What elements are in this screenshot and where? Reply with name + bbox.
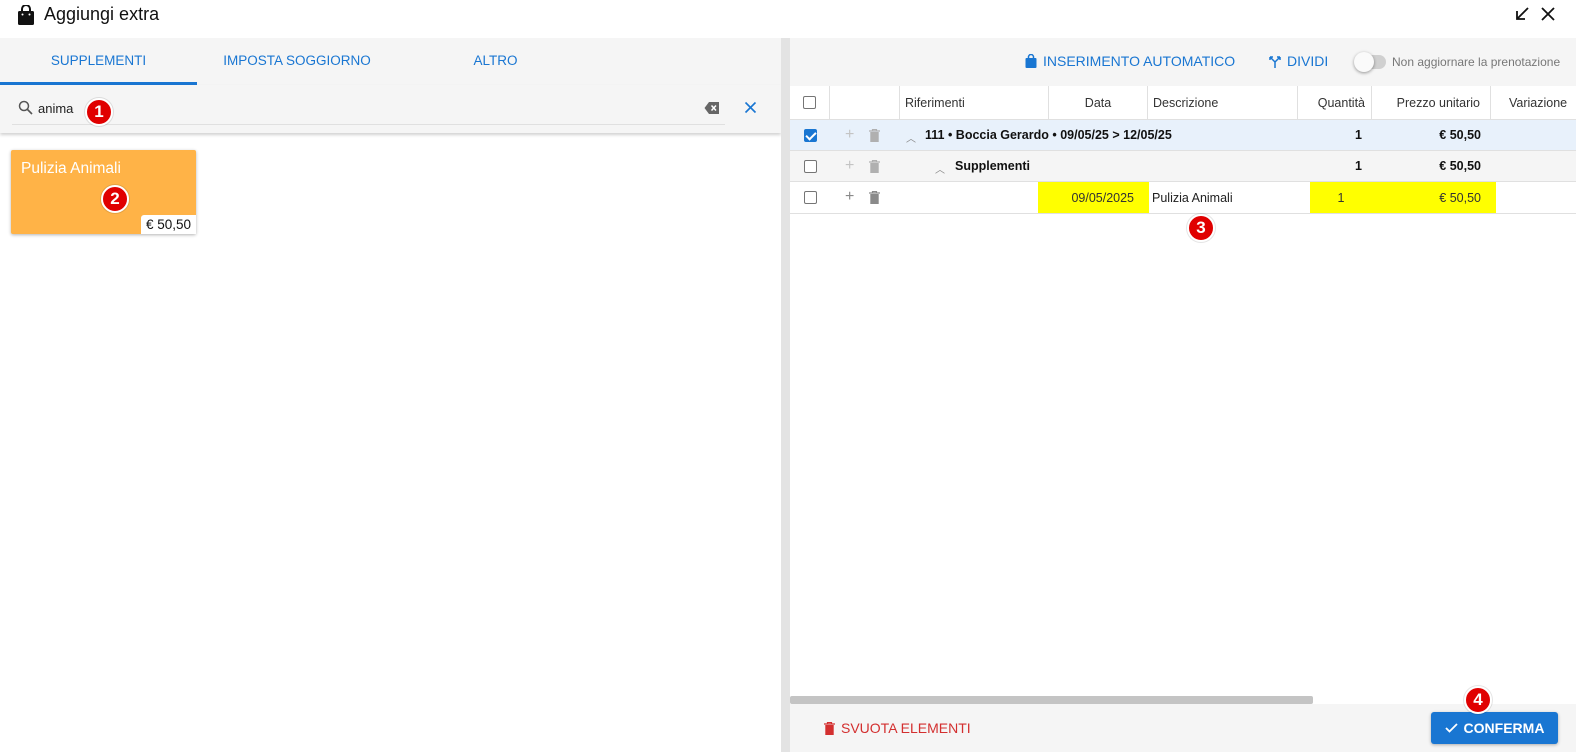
booking-label: 111 • Boccia Gerardo • 09/05/25 > 12/05/… — [925, 128, 1172, 142]
delete-icon[interactable] — [869, 129, 880, 142]
item-price[interactable]: € 50,50 — [1372, 182, 1496, 213]
title-bar: Aggiungi extra — [0, 0, 1576, 38]
column-header-quantita[interactable]: Quantità — [1298, 86, 1372, 119]
column-header-descrizione[interactable]: Descrizione — [1148, 86, 1298, 119]
search-input[interactable] — [38, 99, 638, 117]
category-label: Supplementi — [955, 159, 1031, 173]
column-header-prezzo-unitario[interactable]: Prezzo unitario — [1372, 86, 1491, 119]
collapse-chevron-icon[interactable]: ︿ — [906, 130, 916, 145]
annotation-badge-3: 3 — [1187, 214, 1215, 242]
delete-icon[interactable] — [869, 160, 880, 173]
table-row-booking[interactable]: + ︿ 111 • Boccia Gerardo • 09/05/25 > 12… — [790, 120, 1576, 151]
table-row-category[interactable]: + ︿ Supplementi 1 € 50,50 — [790, 151, 1576, 182]
toggle-knob — [1354, 52, 1374, 72]
split-button[interactable]: DIVIDI — [1269, 53, 1328, 69]
dialog-footer: SVUOTA ELEMENTI CONFERMA — [790, 704, 1576, 752]
selection-panel: INSERIMENTO AUTOMATICO DIVIDI Non aggior… — [790, 38, 1576, 752]
horizontal-scrollbar[interactable] — [790, 696, 1313, 704]
add-icon[interactable]: + — [845, 127, 854, 143]
add-icon[interactable]: + — [845, 158, 854, 174]
delete-icon[interactable] — [869, 191, 880, 204]
column-header-variazione[interactable]: Variazione — [1491, 86, 1576, 119]
no-update-toggle[interactable] — [1354, 52, 1386, 72]
empty-items-label: SVUOTA ELEMENTI — [841, 720, 971, 736]
no-update-toggle-label: Non aggiornare la prenotazione — [1392, 55, 1561, 69]
booking-price: € 50,50 — [1439, 128, 1481, 142]
item-date[interactable]: 09/05/2025 — [1038, 182, 1149, 213]
auto-insert-button[interactable]: INSERIMENTO AUTOMATICO — [1025, 53, 1235, 69]
product-card-price: € 50,50 — [140, 215, 196, 234]
close-icon[interactable] — [1539, 5, 1557, 23]
item-quantity[interactable]: 1 — [1310, 182, 1372, 213]
confirm-label: CONFERMA — [1463, 720, 1545, 736]
item-description[interactable]: Pulizia Animali — [1147, 182, 1297, 213]
tab-imposta-soggiorno[interactable]: IMPOSTA SOGGIORNO — [197, 38, 397, 85]
clear-search-icon[interactable] — [744, 101, 757, 114]
column-header-riferimenti[interactable]: Riferimenti — [900, 86, 1049, 119]
split-label: DIVIDI — [1287, 53, 1329, 69]
category-price: € 50,50 — [1439, 159, 1481, 173]
annotation-badge-2: 2 — [101, 185, 129, 213]
annotation-badge-1: 1 — [85, 98, 113, 126]
add-icon[interactable]: + — [845, 189, 854, 205]
empty-items-button[interactable]: SVUOTA ELEMENTI — [824, 720, 971, 736]
search-bar — [0, 85, 781, 133]
search-icon — [18, 100, 33, 115]
tab-supplementi[interactable]: SUPPLEMENTI — [0, 38, 197, 85]
row-checkbox[interactable] — [803, 128, 817, 142]
booking-quantity: 1 — [1355, 128, 1362, 142]
collapse-chevron-icon[interactable]: ︿ — [935, 161, 945, 176]
bag-icon — [1025, 53, 1037, 68]
row-checkbox[interactable] — [803, 191, 817, 204]
table-row-item[interactable]: + 09/05/2025 Pulizia Animali 1 € 50,50 — [790, 182, 1576, 214]
confirm-button[interactable]: CONFERMA — [1431, 712, 1558, 744]
check-icon — [1444, 723, 1458, 733]
product-card-name: Pulizia Animali — [21, 160, 121, 177]
catalog-panel: SUPPLEMENTI IMPOSTA SOGGIORNO ALTRO Puli… — [0, 38, 781, 752]
split-icon — [1269, 56, 1281, 68]
column-header-data[interactable]: Data — [1049, 86, 1148, 119]
shopping-bag-icon — [18, 5, 34, 25]
select-all-checkbox[interactable] — [803, 96, 816, 109]
category-tabs: SUPPLEMENTI IMPOSTA SOGGIORNO ALTRO — [0, 38, 781, 85]
row-checkbox[interactable] — [803, 159, 817, 173]
auto-insert-label: INSERIMENTO AUTOMATICO — [1043, 53, 1236, 69]
category-quantity: 1 — [1355, 159, 1362, 173]
search-underline — [12, 124, 725, 125]
backspace-icon[interactable] — [704, 101, 720, 115]
panel-splitter[interactable] — [781, 38, 790, 752]
grid-toolbar: INSERIMENTO AUTOMATICO DIVIDI Non aggior… — [790, 38, 1576, 86]
dialog-title: Aggiungi extra — [44, 4, 160, 24]
tab-altro[interactable]: ALTRO — [397, 38, 594, 85]
annotation-badge-4: 4 — [1464, 686, 1492, 714]
grid-header: Riferimenti Data Descrizione Quantità Pr… — [790, 86, 1576, 120]
minimize-icon[interactable] — [1513, 5, 1531, 23]
trash-icon — [824, 721, 835, 735]
